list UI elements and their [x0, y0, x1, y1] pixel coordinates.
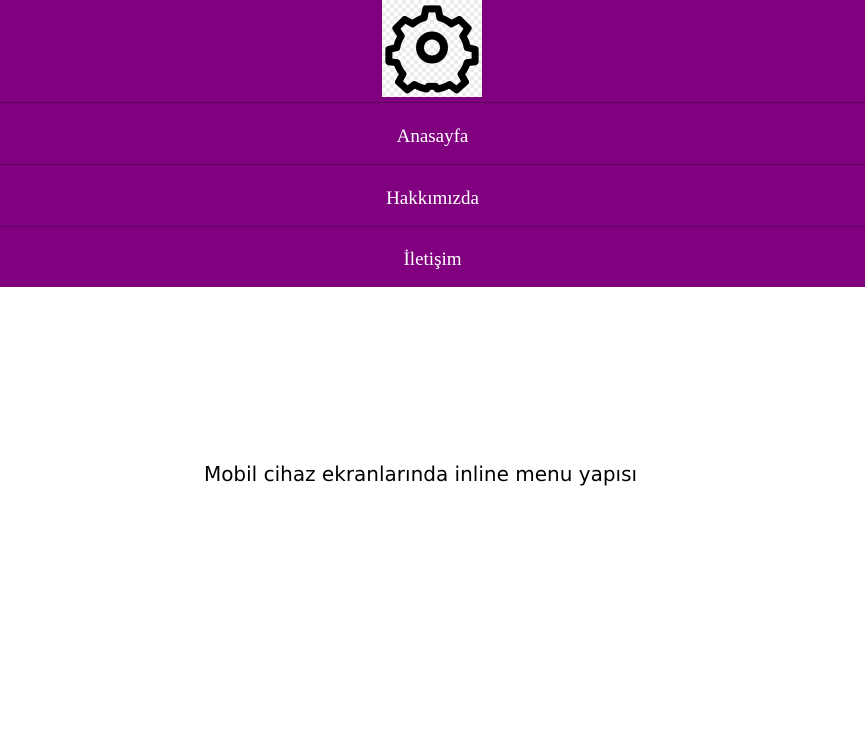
main-content-text: Mobil cihaz ekranlarında inline menu yap… [203, 462, 638, 486]
gear-icon [385, 5, 479, 94]
nav-item-anasayfa[interactable]: Anasayfa [0, 103, 865, 164]
site-header: Anasayfa Hakkımızda İletişim [0, 0, 865, 287]
nav-item-iletisim[interactable]: İletişim [0, 227, 865, 287]
logo[interactable] [382, 0, 482, 97]
nav-item-hakkimizda[interactable]: Hakkımızda [0, 165, 865, 226]
